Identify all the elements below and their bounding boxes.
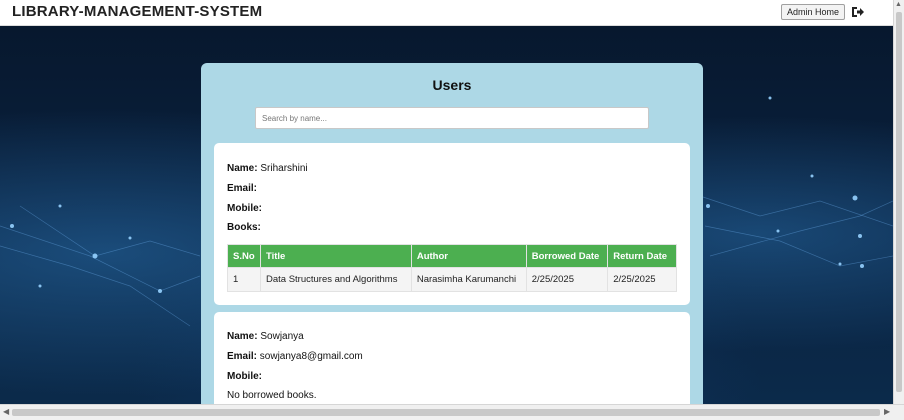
mobile-label: Mobile:: [227, 203, 262, 214]
email-label: Email:: [227, 351, 258, 362]
vertical-scrollbar[interactable]: ▲: [893, 0, 904, 404]
column-header: Title: [259, 244, 412, 268]
panel-title: Users: [432, 77, 472, 93]
cell-borrowed-date: 2/25/2025: [525, 267, 609, 292]
user-books-row: Books:: [227, 222, 261, 233]
column-header: Return Date: [607, 244, 677, 268]
name-label: Name:: [227, 331, 258, 342]
borrowed-books-table: S.No Title Author Borrowed Date Return D…: [227, 244, 677, 292]
horizontal-scrollbar[interactable]: ◀ ▶: [0, 404, 904, 420]
books-label: Books:: [227, 222, 261, 233]
mobile-label: Mobile:: [227, 371, 262, 382]
user-card: Name: Sowjanya Email: sowjanya8@gmail.co…: [214, 312, 690, 404]
user-email-row: Email: sowjanya8@gmail.com: [227, 351, 363, 362]
scroll-right-arrow-icon[interactable]: ▶: [884, 407, 890, 416]
user-name-row: Name: Sowjanya: [227, 331, 304, 342]
search-input[interactable]: [255, 107, 649, 129]
user-email: sowjanya8@gmail.com: [259, 351, 363, 362]
name-label: Name:: [227, 163, 258, 174]
sign-out-icon[interactable]: [851, 5, 865, 19]
users-panel: Users Name: Sriharshini Email: Mobile: B…: [201, 63, 703, 404]
column-header: Borrowed Date: [525, 244, 609, 268]
column-header: S.No: [227, 244, 261, 268]
user-email-row: Email:: [227, 183, 257, 194]
top-navbar: LIBRARY-MANAGEMENT-SYSTEM Admin Home: [0, 0, 904, 26]
cell-author: Narasimha Karumanchi: [410, 267, 527, 292]
table-row: 1 Data Structures and Algorithms Narasim…: [227, 267, 677, 292]
vertical-scroll-thumb[interactable]: [896, 12, 902, 392]
cell-sno: 1: [227, 267, 261, 292]
table-header-row: S.No Title Author Borrowed Date Return D…: [227, 244, 677, 268]
scroll-left-arrow-icon[interactable]: ◀: [3, 407, 9, 416]
user-mobile-row: Mobile:: [227, 203, 262, 214]
email-label: Email:: [227, 183, 258, 194]
cell-return-date: 2/25/2025: [607, 267, 677, 292]
column-header: Author: [410, 244, 527, 268]
app-title: LIBRARY-MANAGEMENT-SYSTEM: [12, 3, 263, 20]
user-name: Sowjanya: [260, 331, 304, 342]
user-card: Name: Sriharshini Email: Mobile: Books: …: [214, 143, 690, 305]
admin-home-button[interactable]: Admin Home: [781, 4, 846, 20]
user-name: Sriharshini: [260, 163, 308, 174]
cell-title: Data Structures and Algorithms: [259, 267, 412, 292]
scroll-up-arrow-icon[interactable]: ▲: [895, 1, 902, 8]
horizontal-scroll-thumb[interactable]: [12, 409, 880, 416]
no-books-message: No borrowed books.: [227, 390, 317, 401]
user-mobile-row: Mobile:: [227, 371, 262, 382]
user-name-row: Name: Sriharshini: [227, 163, 308, 174]
